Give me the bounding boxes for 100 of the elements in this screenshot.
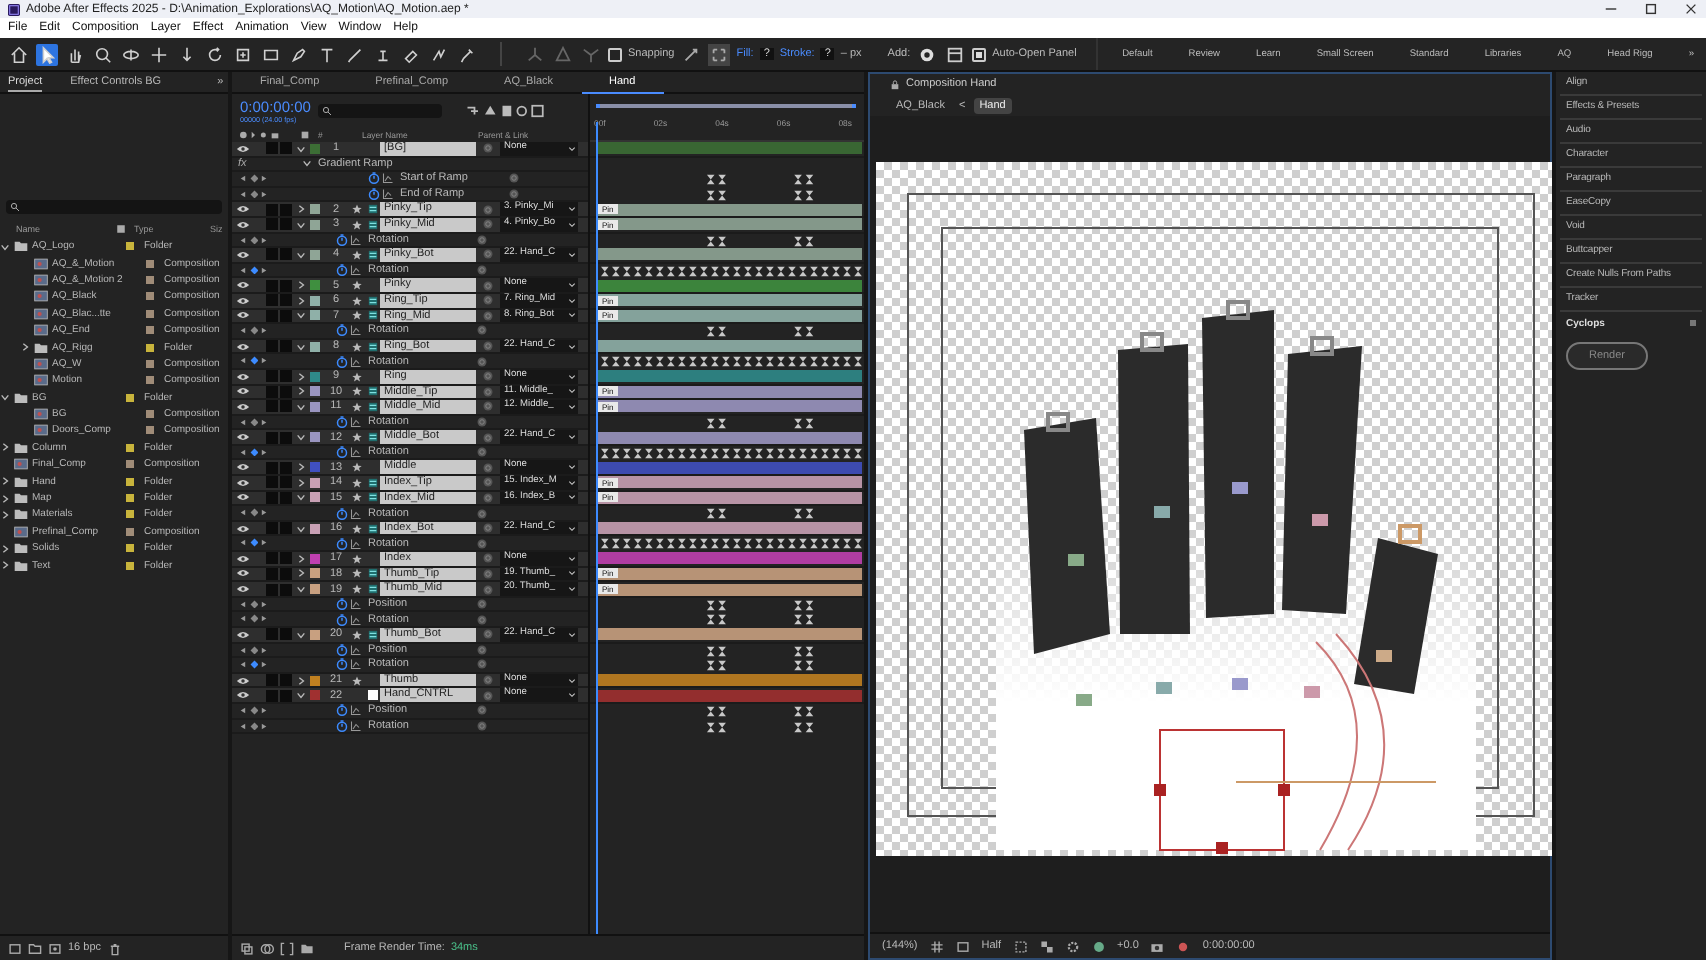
graph-icon[interactable] (350, 658, 362, 671)
eye-icon[interactable] (236, 371, 250, 382)
graph-icon[interactable] (350, 537, 362, 550)
next-keyframe-icon[interactable] (260, 265, 269, 275)
next-keyframe-icon[interactable] (260, 326, 269, 336)
keyframe-diamond-icon[interactable] (249, 326, 258, 336)
next-keyframe-icon[interactable] (260, 447, 269, 457)
solo-switch[interactable] (266, 142, 278, 155)
previous-keyframe-icon[interactable] (238, 538, 247, 548)
maximize-icon[interactable] (1644, 2, 1658, 16)
lock-switch[interactable] (280, 370, 292, 383)
caret-icon[interactable] (296, 310, 306, 321)
caret-icon[interactable] (0, 241, 10, 252)
graph-icon[interactable] (382, 188, 394, 201)
caret-icon[interactable] (0, 442, 10, 453)
stopwatch-icon[interactable] (336, 658, 348, 671)
caret-icon[interactable] (0, 560, 10, 571)
caret-icon[interactable] (296, 629, 306, 640)
graph-icon[interactable] (350, 355, 362, 368)
move-cross-icon[interactable] (148, 43, 170, 65)
stopwatch-icon[interactable] (336, 355, 348, 368)
caret-icon[interactable] (296, 553, 306, 564)
next-keyframe-icon[interactable] (260, 508, 269, 518)
stopwatch-icon[interactable] (368, 188, 380, 201)
switches-icon[interactable] (240, 941, 254, 955)
snapping-checkbox[interactable] (608, 47, 622, 61)
label-swatch[interactable] (310, 432, 320, 443)
solo-switch[interactable] (266, 476, 278, 489)
eye-icon[interactable] (236, 629, 250, 640)
stopwatch-icon[interactable] (336, 643, 348, 656)
layer-bar[interactable] (596, 674, 862, 687)
layer-bar[interactable] (596, 279, 862, 292)
stopwatch-icon[interactable] (336, 719, 348, 732)
folder-icon[interactable] (300, 941, 314, 955)
label-column-icon[interactable] (116, 224, 126, 234)
caret-icon[interactable] (302, 158, 312, 169)
anchor-point-icon[interactable] (232, 43, 254, 65)
hand-rig-drawing[interactable] (996, 300, 1476, 854)
brush-icon[interactable] (344, 43, 366, 65)
stopwatch-icon[interactable] (336, 537, 348, 550)
color-wheel-icon[interactable] (1091, 939, 1106, 953)
lock-switch[interactable] (280, 142, 292, 155)
keyframe-diamond-icon[interactable] (249, 265, 258, 275)
label-swatch[interactable] (310, 462, 320, 473)
previous-keyframe-icon[interactable] (238, 508, 247, 518)
lock-switch[interactable] (280, 461, 292, 474)
caret-icon[interactable] (0, 476, 10, 487)
keyframe-diamond-icon[interactable] (249, 645, 258, 655)
label-swatch[interactable] (310, 492, 320, 503)
lock-switch[interactable] (280, 400, 292, 413)
label-swatch[interactable] (310, 386, 320, 397)
frame-icon[interactable] (955, 939, 970, 953)
layer-bar[interactable] (596, 522, 862, 535)
eye-icon[interactable] (236, 401, 250, 412)
label-swatch[interactable] (310, 553, 320, 564)
label-swatch[interactable] (310, 280, 320, 291)
previous-keyframe-icon[interactable] (238, 447, 247, 457)
lock-icon[interactable] (890, 79, 900, 89)
caret-icon[interactable] (296, 462, 306, 473)
stopwatch-icon[interactable] (336, 507, 348, 520)
label-swatch[interactable] (310, 371, 320, 382)
graph-icon[interactable] (350, 719, 362, 732)
modes-icon[interactable] (260, 941, 274, 955)
eye-icon[interactable] (236, 295, 250, 306)
lock-switch[interactable] (280, 552, 292, 565)
label-swatch[interactable] (310, 341, 320, 352)
lock-switch[interactable] (280, 476, 292, 489)
keyframe-diamond-icon[interactable] (249, 356, 258, 366)
eye-icon[interactable] (236, 280, 250, 291)
graph-icon[interactable] (350, 598, 362, 611)
auto-open-checkbox[interactable] (972, 47, 987, 61)
graph-icon[interactable] (350, 643, 362, 656)
keyframe-diamond-icon[interactable] (249, 599, 258, 609)
graph-icon[interactable] (350, 507, 362, 520)
search-field[interactable] (318, 104, 443, 118)
keyframe-diamond-icon[interactable] (249, 660, 258, 670)
eye-icon[interactable] (236, 584, 250, 595)
caret-icon[interactable] (296, 432, 306, 443)
lock-switch[interactable] (280, 340, 292, 353)
solo-switch[interactable] (266, 218, 278, 231)
home-icon[interactable] (8, 43, 30, 65)
eye-icon[interactable] (236, 568, 250, 579)
solo-switch[interactable] (266, 674, 278, 687)
keyframe-diamond-icon[interactable] (249, 538, 258, 548)
snap-icon[interactable] (680, 43, 703, 65)
graph-icon[interactable] (382, 172, 394, 185)
color-icon[interactable] (1176, 939, 1191, 953)
solo-switch[interactable] (266, 400, 278, 413)
stopwatch-icon[interactable] (336, 704, 348, 717)
lock-switch[interactable] (280, 583, 292, 596)
layer-bar[interactable] (596, 340, 862, 353)
solo-switch[interactable] (266, 203, 278, 216)
keyframe-diamond-icon[interactable] (249, 706, 258, 716)
grid-snap-icon[interactable] (708, 43, 731, 65)
layer-bar[interactable] (596, 370, 862, 383)
caret-icon[interactable] (296, 675, 306, 686)
solo-switch[interactable] (266, 279, 278, 292)
label-swatch[interactable] (310, 584, 320, 595)
stopwatch-icon[interactable] (336, 233, 348, 246)
caret-icon[interactable] (0, 509, 10, 520)
